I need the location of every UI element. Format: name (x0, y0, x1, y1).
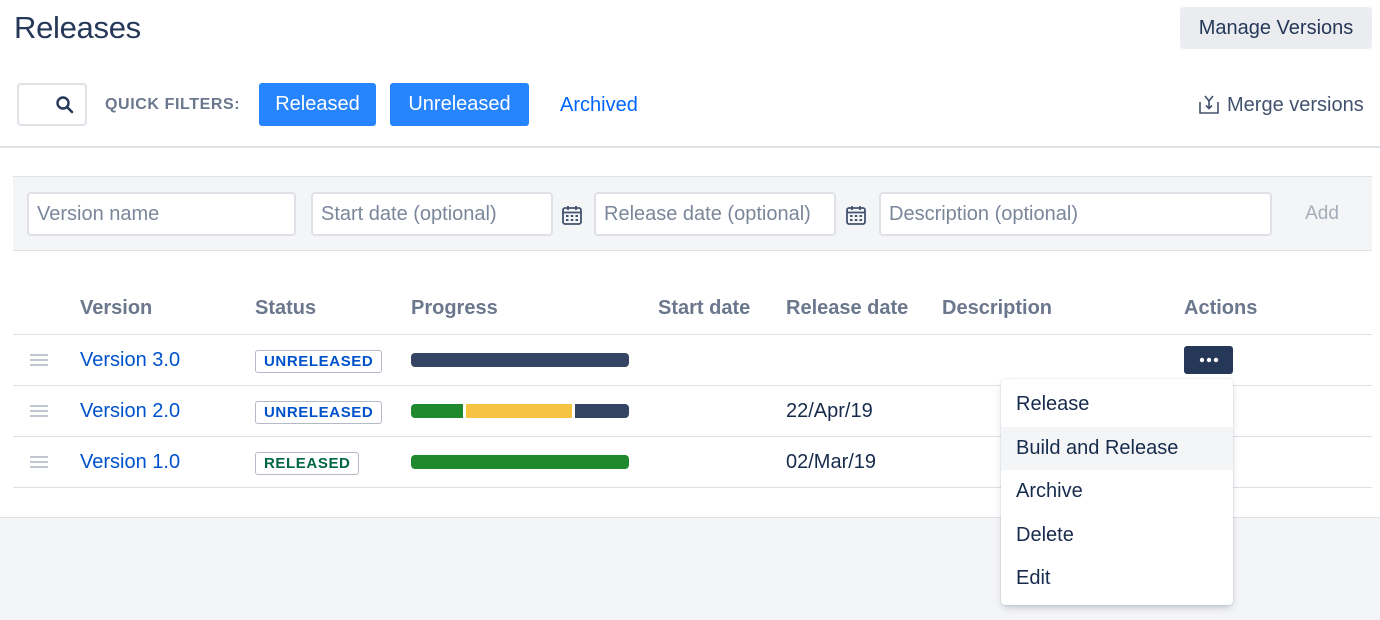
column-header-version: Version (80, 297, 153, 319)
progress-bar (411, 455, 629, 469)
row-divider (13, 334, 1372, 335)
search-input[interactable] (17, 83, 87, 126)
release-date-cell: 02/Mar/19 (786, 451, 877, 473)
manage-versions-button[interactable]: Manage Versions (1180, 7, 1372, 49)
progress-segment (465, 404, 575, 418)
menu-item-delete[interactable]: Delete (1001, 514, 1233, 558)
column-header-status: Status (255, 297, 317, 319)
merge-versions-link[interactable]: Merge versions (1197, 93, 1364, 117)
version-link[interactable]: Version 3.0 (80, 349, 180, 372)
version-link[interactable]: Version 2.0 (80, 400, 180, 423)
column-header-description: Description (942, 297, 1053, 319)
status-badge: RELEASED (255, 452, 360, 475)
menu-item-release[interactable]: Release (1001, 383, 1233, 427)
progress-segment (411, 455, 629, 469)
column-header-progress: Progress (411, 297, 498, 319)
release-date-field[interactable] (594, 192, 836, 236)
column-header-start-date: Start date (658, 297, 751, 319)
description-field[interactable] (879, 192, 1272, 236)
calendar-icon[interactable] (561, 204, 583, 226)
row-actions-button[interactable] (1184, 346, 1233, 374)
divider (0, 146, 1380, 148)
progress-segment (574, 404, 629, 418)
status-badge: UNRELEASED (255, 350, 383, 373)
merge-versions-label: Merge versions (1227, 93, 1364, 116)
filter-archived-link[interactable]: Archived (560, 94, 638, 117)
page-title: Releases (14, 10, 141, 45)
menu-item-archive[interactable]: Archive (1001, 470, 1233, 514)
status-badge: UNRELEASED (255, 401, 383, 424)
more-icon (1199, 357, 1218, 363)
quick-filters-label: QUICK FILTERS: (105, 96, 241, 113)
search-icon (56, 96, 74, 114)
progress-segment (411, 404, 466, 418)
drag-handle-icon[interactable] (30, 455, 48, 469)
drag-handle-icon[interactable] (30, 353, 48, 367)
merge-icon (1199, 95, 1219, 114)
version-link[interactable]: Version 1.0 (80, 451, 180, 474)
menu-item-build-and-release[interactable]: Build and Release (1001, 426, 1233, 470)
release-date-cell: 22/Apr/19 (786, 400, 873, 422)
version-name-field[interactable] (27, 192, 296, 236)
column-header-actions: Actions (1184, 297, 1258, 319)
start-date-field[interactable] (311, 192, 553, 236)
menu-item-edit[interactable]: Edit (1001, 557, 1233, 601)
progress-segment (411, 353, 629, 367)
filter-released-button[interactable]: Released (259, 83, 376, 126)
progress-bar (411, 404, 629, 418)
calendar-icon[interactable] (845, 204, 867, 226)
column-header-release-date: Release date (786, 297, 909, 319)
progress-bar (411, 353, 629, 367)
add-button[interactable]: Add (1290, 198, 1354, 230)
actions-dropdown-menu: Release Build and Release Archive Delete… (1001, 379, 1233, 605)
drag-handle-icon[interactable] (30, 404, 48, 418)
filter-unreleased-button[interactable]: Unreleased (390, 83, 529, 126)
